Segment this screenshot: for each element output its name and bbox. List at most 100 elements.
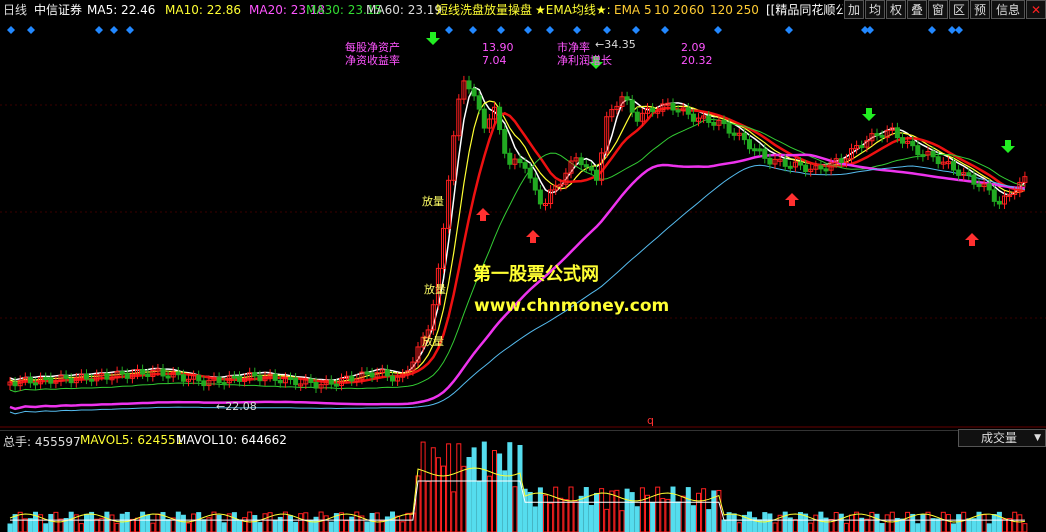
candle-body (624, 96, 630, 101)
marker-diamond (27, 26, 35, 34)
buy-arrow (476, 208, 490, 221)
volume-bar (639, 487, 645, 532)
volume-bar (313, 516, 319, 532)
candle-body (349, 375, 355, 382)
volume-bar (991, 514, 997, 532)
candle-body (145, 373, 151, 378)
candle-body (252, 372, 258, 377)
volume-bar (1022, 523, 1028, 532)
candle-body (27, 376, 33, 384)
volume-bar (221, 522, 227, 532)
pb-value: 2.09 (681, 41, 706, 54)
volume-bar (558, 497, 564, 532)
volume-bar (900, 518, 905, 532)
candle-body (879, 134, 885, 138)
candle-body (532, 177, 538, 191)
volume-bar (262, 513, 268, 532)
marker-diamond (126, 26, 134, 34)
volume-bar (532, 506, 538, 532)
volume-bar (915, 523, 921, 532)
volume-bar (660, 497, 666, 532)
mavol5-readout: MAVOL5: 624551 (80, 433, 184, 447)
volume-bar (405, 512, 411, 532)
volume-bar (201, 519, 207, 532)
chevron-down-icon: ▼ (1034, 433, 1041, 443)
volume-bar (874, 513, 880, 532)
candle-body (384, 369, 390, 377)
volume-bar (675, 501, 681, 532)
candle-body (731, 132, 737, 136)
volume-bar (986, 523, 992, 532)
volume-bar (129, 518, 135, 532)
candle-body (706, 115, 712, 123)
volume-bar (257, 522, 263, 532)
volume-bar (971, 518, 977, 532)
volume-bar (165, 519, 171, 532)
volume-tag-3: 放量 (422, 335, 444, 348)
volume-bar (951, 523, 956, 532)
ma30-line (9, 118, 1026, 393)
candle-body (124, 373, 130, 379)
volume-bar (879, 523, 885, 532)
volume-bar (981, 514, 987, 532)
candle-body (991, 189, 997, 202)
volume-bar (792, 519, 798, 532)
volume-bar (961, 511, 967, 532)
volume-bar (349, 516, 355, 532)
marker-diamond (469, 26, 477, 34)
volume-bar (996, 511, 1002, 532)
volume-bar (945, 514, 951, 532)
volume-bar (476, 480, 482, 532)
candle-body (33, 382, 38, 386)
volume-tag-2: 放量 (424, 283, 446, 296)
candle-body (119, 371, 125, 375)
marker-diamond (524, 26, 532, 34)
candle-body (522, 162, 528, 169)
indicator-select[interactable]: 成交量 ▼ (958, 429, 1046, 447)
candle-body (481, 108, 487, 129)
candle-body (68, 377, 74, 384)
volume-bar (609, 490, 615, 532)
volume-bar (150, 522, 156, 532)
volume-bar (456, 443, 462, 532)
high-price-label: ←34.35 (595, 38, 636, 51)
volume-bar (869, 511, 875, 532)
candle-body (196, 375, 202, 382)
candle-body (996, 200, 1002, 205)
candle-body (288, 376, 293, 380)
candle-body (670, 102, 676, 111)
volume-bar (1002, 518, 1007, 532)
volume-bar (650, 502, 656, 532)
candle-body (910, 140, 916, 147)
volume-bar (140, 511, 146, 532)
volume-bar (808, 522, 814, 532)
candle-body (956, 169, 962, 176)
candle-body (629, 99, 635, 113)
volume-bar (543, 494, 548, 532)
volume-bar (956, 514, 962, 532)
marker-diamond (110, 26, 118, 34)
candle-body (894, 127, 900, 139)
candle-body (767, 157, 773, 165)
volume-bar (920, 514, 926, 532)
low-price-label: ←22.08 (216, 400, 257, 413)
ma60-line (9, 164, 1025, 415)
candle-body (838, 158, 844, 163)
profit-growth-value: 20.32 (681, 54, 713, 67)
candle-body (43, 377, 49, 381)
candle-body (63, 374, 69, 379)
volume-bar (420, 441, 426, 532)
volume-bar (7, 523, 13, 532)
marker-diamond (955, 26, 963, 34)
marker-diamond (573, 26, 581, 34)
candle-body (527, 167, 533, 179)
volume-bar (507, 442, 513, 532)
volume-bar (196, 512, 202, 532)
candle-body (915, 145, 921, 156)
candle-body (588, 166, 594, 171)
candle-body (471, 88, 477, 97)
candle-body (180, 374, 186, 382)
volume-bar (231, 512, 237, 532)
candle-body (12, 381, 18, 387)
candle-body (84, 373, 89, 380)
